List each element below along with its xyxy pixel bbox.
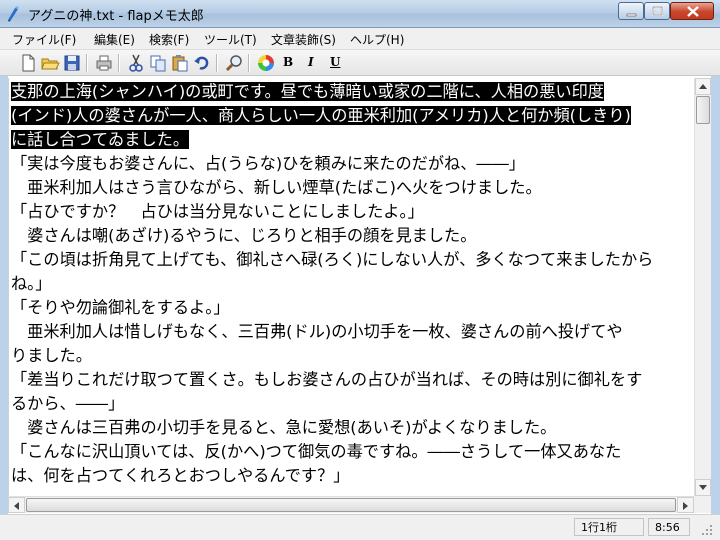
scroll-left-button[interactable] [8, 497, 25, 513]
text-line[interactable]: 「実は今度もお婆さんに、占(うらな)ひを頼みに来たのだがね、――」 [11, 152, 525, 176]
text-line[interactable]: に話し合つてゐました。 [11, 128, 190, 152]
status-bar: 1行1桁 8:56 [0, 514, 720, 540]
scrollbar-corner [694, 496, 711, 513]
line-text: 「占ひですか？ 占ひは当分見ないことにしましたよ。」 [11, 202, 424, 221]
scroll-up-button[interactable] [695, 78, 711, 95]
close-icon [687, 6, 699, 17]
maximize-button[interactable] [644, 2, 670, 20]
text-line[interactable]: 亜米利加人はさう言ひながら、新しい煙草(たばこ)へ火をつけました。 [11, 176, 542, 200]
search-icon[interactable] [224, 53, 244, 73]
text-line[interactable]: 婆さんは嘲(あざけ)るやうに、じろりと相手の顔を見ました。 [11, 224, 476, 248]
new-file-icon[interactable] [18, 53, 38, 73]
menu-help[interactable]: ヘルプ(H) [350, 31, 404, 48]
window-frame-right [711, 76, 720, 514]
color-icon[interactable] [256, 53, 276, 73]
bold-icon[interactable]: B [283, 55, 293, 69]
underline-icon[interactable]: U [330, 55, 340, 69]
vertical-scroll-thumb[interactable] [696, 96, 710, 124]
window-title: アグニの神.txt - flapメモ太郎 [28, 9, 204, 24]
menu-bar: ファイル(F) 編集(E) 検索(F) ツール(T) 文章装飾(S) ヘルプ(H… [0, 28, 720, 50]
arrow-down-icon [699, 485, 707, 490]
toolbar: B I U [0, 50, 720, 76]
line-text: 亜米利加人は惜しげもなく、三百弗(ドル)の小切手を一枚、婆さんの前へ投げてや [11, 322, 623, 341]
line-text: るから、――」 [11, 394, 125, 413]
maximize-icon [652, 6, 663, 16]
scroll-right-button[interactable] [677, 497, 694, 513]
text-line[interactable]: りました。 [11, 344, 92, 368]
copy-icon[interactable] [148, 53, 168, 73]
line-text: 婆さんは三百弗の小切手を見ると、急に愛想(あいそ)がよくなりました。 [11, 418, 557, 437]
toolbar-separator [118, 54, 120, 72]
text-line[interactable]: 亜米利加人は惜しげもなく、三百弗(ドル)の小切手を一枚、婆さんの前へ投げてや [11, 320, 623, 344]
arrow-up-icon [699, 84, 707, 89]
text-line[interactable]: 支那の上海(シャンハイ)の或町です。昼でも薄暗い或家の二階に、人相の悪い印度 [11, 80, 604, 104]
line-text: 「こんなに沢山頂いては、反(かへ)つて御気の毒ですね。――さうして一体又あなた [11, 442, 622, 461]
save-icon[interactable] [62, 53, 82, 73]
text-line[interactable]: 「こんなに沢山頂いては、反(かへ)つて御気の毒ですね。――さうして一体又あなた [11, 440, 621, 464]
text-line[interactable]: は、何を占つてくれろとおつしやるんです？」 [11, 464, 349, 488]
menu-edit[interactable]: 編集(E) [94, 31, 135, 48]
line-text: 亜米利加人はさう言ひながら、新しい煙草(たばこ)へ火をつけました。 [11, 178, 542, 197]
status-time: 8:56 [648, 518, 690, 536]
scroll-down-button[interactable] [695, 479, 711, 496]
text-editor[interactable]: 支那の上海(シャンハイ)の或町です。昼でも薄暗い或家の二階に、人相の悪い印度 (イ… [8, 78, 695, 496]
horizontal-scrollbar[interactable] [8, 496, 694, 513]
print-icon[interactable] [94, 53, 114, 73]
toolbar-separator [86, 54, 88, 72]
text-line[interactable]: (インド)人の婆さんが一人、商人らしい一人の亜米利加(アメリカ)人と何か頻(しき… [11, 104, 631, 128]
menu-search[interactable]: 検索(F) [149, 31, 189, 48]
menu-decoration[interactable]: 文章装飾(S) [271, 31, 336, 48]
text-line[interactable]: ね。」 [11, 272, 51, 296]
horizontal-scroll-thumb[interactable] [26, 498, 676, 512]
toolbar-separator [248, 54, 250, 72]
italic-icon[interactable]: I [308, 55, 314, 69]
minimize-button[interactable] [618, 2, 644, 20]
line-text: 「実は今度もお婆さんに、占(うらな)ひを頼みに来たのだがね、――」 [11, 154, 525, 173]
cursor-position: 1行1桁 [574, 518, 644, 536]
text-line[interactable]: 「そりや勿論御礼をするよ。」 [11, 296, 230, 320]
selected-text: に話し合つてゐました。 [11, 130, 190, 149]
close-button[interactable] [670, 2, 714, 20]
text-line[interactable]: 「この頃は折角見て上げても、御礼さへ碌(ろく)にしない人が、多くなつて来ましたか… [11, 248, 653, 272]
line-text: 「差当りこれだけ取つて置くさ。もしお婆さんの占ひが当れば、その時は別に御礼をす [11, 370, 643, 389]
selected-text: 支那の上海(シャンハイ)の或町です。昼でも薄暗い或家の二階に、人相の悪い印度 [11, 82, 604, 101]
undo-icon[interactable] [192, 53, 212, 73]
arrow-right-icon [683, 502, 688, 510]
app-icon [8, 6, 19, 22]
line-text: 「この頃は折角見て上げても、御礼さへ碌(ろく)にしない人が、多くなつて来ましたか… [11, 250, 654, 269]
toolbar-separator [216, 54, 218, 72]
selected-text: (インド)人の婆さんが一人、商人らしい一人の亜米利加(アメリカ)人と何か頻(しき… [11, 106, 631, 125]
text-line[interactable]: るから、――」 [11, 392, 124, 416]
line-text: 婆さんは嘲(あざけ)るやうに、じろりと相手の顔を見ました。 [11, 226, 477, 245]
cut-icon[interactable] [126, 53, 146, 73]
resize-grip-icon[interactable] [700, 523, 714, 537]
open-folder-icon[interactable] [40, 53, 60, 73]
menu-file[interactable]: ファイル(F) [12, 31, 76, 48]
text-line[interactable]: 「差当りこれだけ取つて置くさ。もしお婆さんの占ひが当れば、その時は別に御礼をす [11, 368, 642, 392]
window-frame-left [0, 76, 8, 514]
vertical-scrollbar[interactable] [694, 78, 711, 496]
line-text: ね。」 [11, 274, 52, 293]
line-text: 「そりや勿論御礼をするよ。」 [11, 298, 230, 317]
line-text: は、何を占つてくれろとおつしやるんです？」 [11, 466, 350, 485]
line-text: りました。 [11, 346, 92, 365]
paste-icon[interactable] [170, 53, 190, 73]
text-line[interactable]: 婆さんは三百弗の小切手を見ると、急に愛想(あいそ)がよくなりました。 [11, 416, 556, 440]
minimize-icon [626, 13, 637, 17]
text-line[interactable]: 「占ひですか？ 占ひは当分見ないことにしましたよ。」 [11, 200, 424, 224]
title-bar[interactable]: アグニの神.txt - flapメモ太郎 [0, 0, 720, 28]
arrow-left-icon [14, 502, 19, 510]
menu-tools[interactable]: ツール(T) [204, 31, 257, 48]
